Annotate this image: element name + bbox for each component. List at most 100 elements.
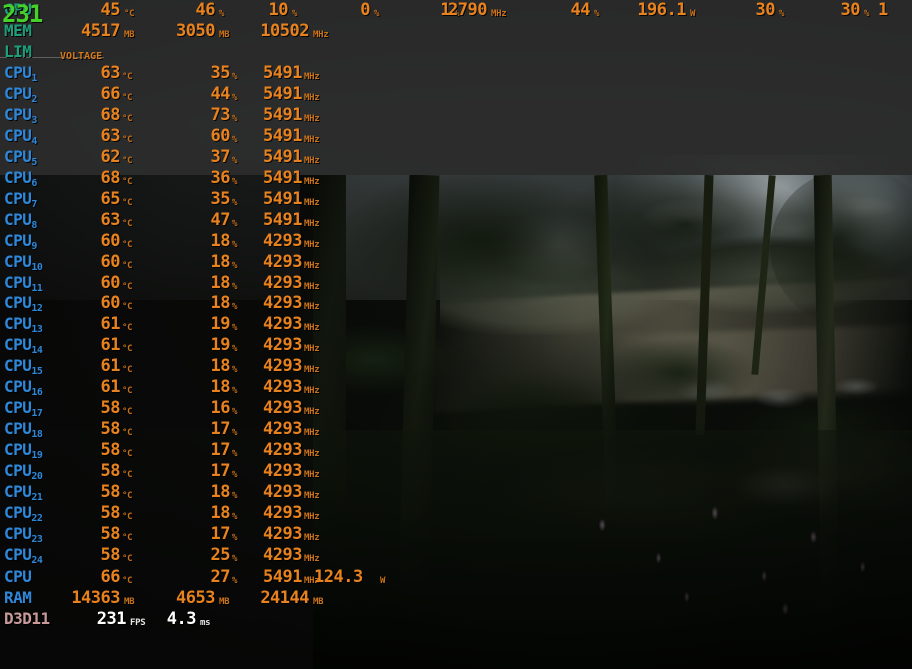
cpu-core-temp-value: 58	[100, 544, 121, 565]
cpu-core-clock-unit: MHz	[304, 386, 320, 397]
cpu-core-name: CPU	[4, 335, 32, 355]
cpu-core-name: CPU	[4, 523, 32, 543]
cpu-core-temp-unit: °C	[122, 218, 133, 229]
cpu-core-name: CPU	[4, 356, 32, 376]
cpu-core-temp-unit: °C	[122, 365, 133, 376]
gpu-field4-value: 0	[360, 0, 370, 20]
cpu-core-temp-value: 63	[100, 209, 121, 230]
screen: GPU 45 °C 46 % 10 % 0 % 1 % 2790 MHz 44 …	[0, 0, 912, 669]
ram-free-value: 4653	[176, 588, 215, 608]
cpu-core-temp-value: 63	[100, 125, 121, 146]
cpu-core-temp-unit: °C	[122, 491, 133, 501]
cpu-core-temp-value: 68	[100, 167, 121, 188]
cpu-core-index: 5	[31, 156, 37, 168]
ram-total-unit: MB	[313, 597, 324, 607]
cpu-core-clock-unit: MHz	[304, 491, 320, 501]
cpu-core-label: CPU16	[4, 377, 43, 400]
cpu-core-name: CPU	[4, 167, 32, 187]
render-api-label: D3D11	[4, 609, 50, 628]
cpu-core-clock-value: 4293	[263, 356, 302, 377]
cpu-core-index: 17	[31, 408, 43, 420]
gpu-field10-value: 30	[840, 0, 861, 20]
cpu-core-clock-value: 5491	[263, 83, 302, 104]
cpu-core-label: CPU11	[4, 273, 43, 296]
cpu-core-name: CPU	[4, 104, 32, 124]
cpu-core-name: CPU	[4, 502, 32, 522]
cpu-core-clock-value: 4293	[263, 314, 302, 335]
cpu-core-index: 13	[31, 324, 43, 336]
cpu-core-clock-unit: MHz	[304, 239, 320, 250]
cpu-core-clock-unit: MHz	[304, 155, 320, 166]
cpu-core-name: CPU	[4, 188, 32, 208]
cpu-core-index: 8	[31, 219, 37, 231]
cpu-core-temp-value: 60	[100, 272, 121, 293]
cpu-core-temp-value: 61	[100, 377, 121, 398]
cpu-core-temp-value: 58	[100, 440, 121, 461]
cpu-core-label: CPU9	[4, 231, 37, 254]
cpu-core-temp-value: 66	[100, 83, 121, 104]
cpu-core-name: CPU	[4, 419, 32, 439]
cpu-core-clock-unit: MHz	[304, 176, 320, 187]
cpu-core-name: CPU	[4, 377, 32, 397]
cpu-core-name: CPU	[4, 293, 32, 313]
gpu-mem-load-value: 10	[268, 0, 289, 20]
cpu-core-temp-unit: °C	[122, 323, 133, 334]
cpu-core-clock-unit: MHz	[304, 72, 320, 82]
cpu-core-clock-unit: MHz	[304, 281, 320, 292]
cpu-core-temp-unit: °C	[122, 428, 133, 439]
cpu-core-temp-value: 60	[100, 251, 121, 272]
mem-used-value: 4517	[81, 21, 120, 41]
cpu-core-clock-value: 4293	[263, 272, 302, 293]
gpu-field11-value-truncated: 1	[878, 0, 888, 20]
cpu-core-clock-value: 4293	[263, 398, 302, 419]
cpu-core-temp-value: 61	[100, 314, 121, 335]
cpu-core-temp-unit: °C	[122, 239, 133, 250]
cpu-core-temp-unit: °C	[122, 511, 133, 522]
cpu-core-index: 21	[31, 492, 43, 503]
ram-total-value: 24144	[260, 588, 309, 608]
cpu-core-clock-unit: MHz	[304, 470, 320, 481]
cpu-core-name: CPU	[4, 83, 32, 103]
cpu-core-temp-unit: °C	[122, 532, 133, 543]
cpu-core-label: CPU10	[4, 252, 43, 275]
cpu-core-clock-value: 5491	[263, 104, 302, 125]
cpu-core-clock-value: 4293	[263, 461, 302, 482]
cpu-core-clock-value: 5491	[263, 167, 302, 188]
cpu-core-label: CPU21	[4, 482, 43, 505]
cpu-core-label: CPU14	[4, 335, 43, 358]
cpu-core-clock-unit: MHz	[304, 365, 320, 376]
cpu-core-label: CPU17	[4, 398, 43, 421]
frametime-unit: ms	[200, 618, 211, 628]
cpu-core-name: CPU	[4, 482, 32, 501]
gpu-field10-unit: %	[864, 9, 870, 19]
cpu-total-power-value: 124.3	[314, 567, 363, 587]
gpu-fan-unit: %	[594, 9, 600, 19]
cpu-core-name: CPU	[4, 230, 32, 250]
cpu-core-name: CPU	[4, 209, 32, 229]
cpu-core-temp-unit: °C	[122, 155, 133, 166]
cpu-core-index: 23	[31, 533, 43, 545]
cpu-core-clock-value: 4293	[263, 251, 302, 272]
cpu-core-temp-value: 58	[100, 523, 121, 544]
gpu-power-unit: W	[690, 9, 696, 19]
cpu-core-temp-value: 58	[100, 398, 121, 419]
cpu-core-index: 18	[31, 429, 43, 441]
cpu-core-index: 4	[31, 135, 37, 147]
cpu-core-label: CPU13	[4, 314, 43, 337]
cpu-core-temp-value: 58	[100, 461, 121, 482]
cpu-core-temp-unit: °C	[122, 197, 133, 208]
cpu-core-index: 19	[31, 450, 43, 462]
cpu-core-clock-value: 4293	[263, 482, 302, 502]
gpu-core-clock-unit: MHz	[491, 9, 507, 19]
cpu-core-clock-value: 4293	[263, 335, 302, 356]
cpu-core-clock-unit: MHz	[304, 197, 320, 208]
cpu-core-temp-value: 58	[100, 502, 121, 523]
lim-label: LIM	[4, 42, 32, 61]
gpu-field4-unit: %	[374, 9, 380, 19]
cpu-core-clock-value: 5491	[263, 63, 302, 83]
cpu-core-index: 3	[31, 114, 37, 126]
cpu-core-temp-unit: °C	[122, 281, 133, 292]
cpu-core-index: 20	[31, 471, 43, 483]
cpu-core-clock-unit: MHz	[304, 344, 320, 355]
cpu-core-temp-value: 63	[100, 63, 121, 83]
